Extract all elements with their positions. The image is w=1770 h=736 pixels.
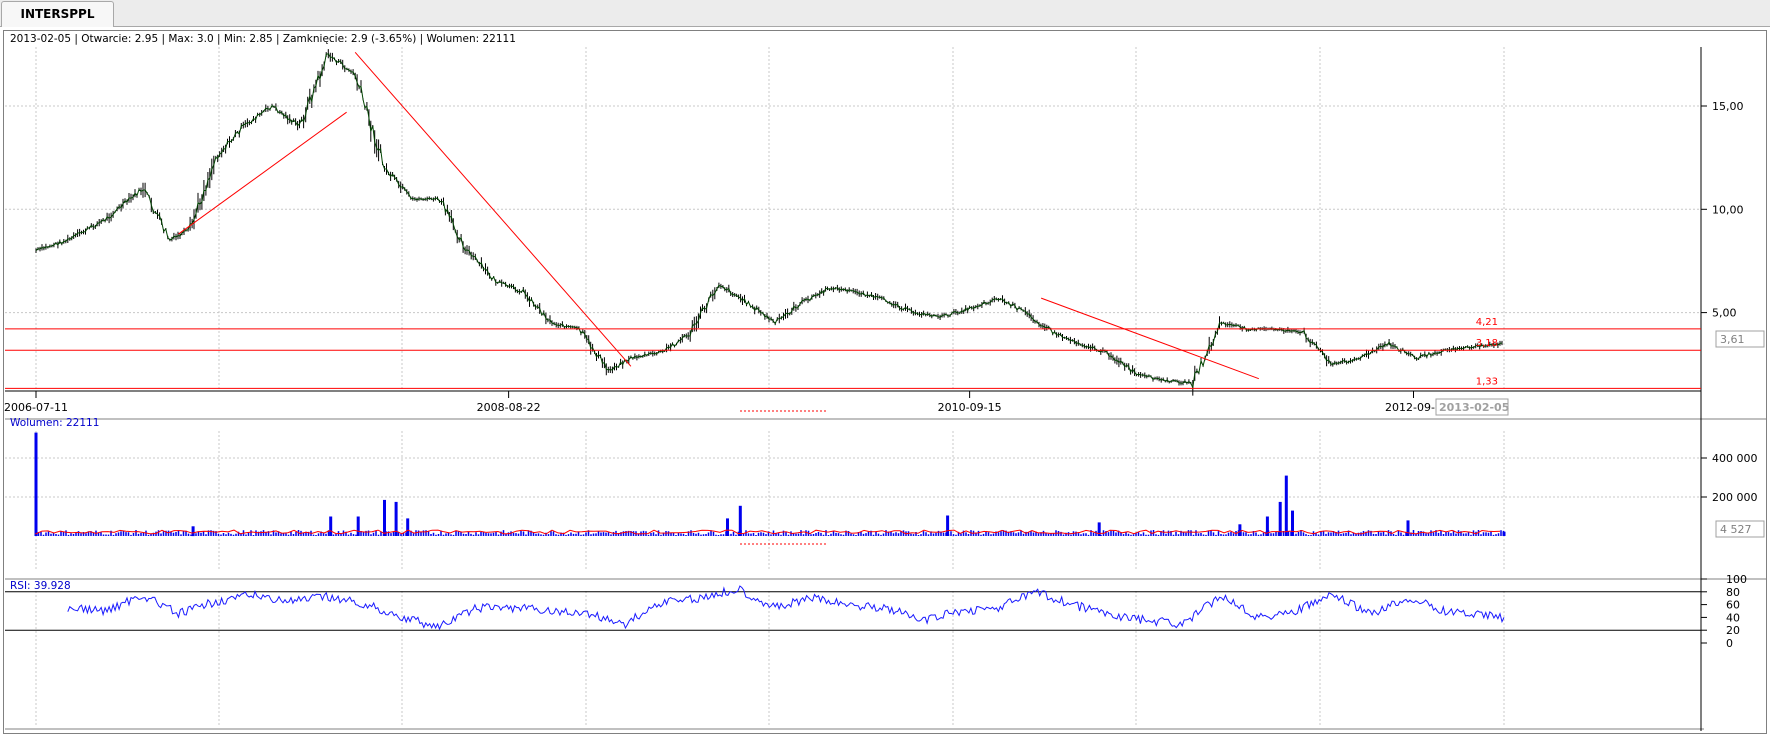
volume-bar <box>34 432 38 536</box>
last-date: 2013-02-05 <box>1439 401 1509 414</box>
rsi-y-tick-label: 80 <box>1726 586 1740 599</box>
volume-bar <box>406 518 410 536</box>
rsi-panel: 100806040200 <box>5 573 1747 650</box>
volume-y-tick-label: 200 000 <box>1712 491 1758 504</box>
chart-frame[interactable]: 2013-02-05 | Otwarcie: 2.95 | Max: 3.0 |… <box>3 30 1767 734</box>
rsi-y-tick-label: 100 <box>1726 573 1747 586</box>
tab-bar: INTERSPPL <box>0 0 1770 27</box>
stock-chart[interactable]: 2013-02-05 | Otwarcie: 2.95 | Max: 3.0 |… <box>4 31 1766 733</box>
level-label: 1,33 <box>1476 376 1498 387</box>
trend-line <box>1040 297 1259 380</box>
level-label: 3,18 <box>1476 338 1498 349</box>
volume-bar <box>383 499 386 536</box>
volume-bar <box>1278 501 1282 536</box>
rsi-label: RSI: 39.928 <box>10 580 71 592</box>
price-x-tick-label: 2012-09-1 <box>1385 401 1442 414</box>
rsi-y-tick-label: 60 <box>1726 599 1740 612</box>
price-current-box: 3,61 <box>1715 330 1765 348</box>
level-label: 4,21 <box>1476 317 1498 328</box>
volume-bar <box>329 516 333 536</box>
rsi-y-tick-label: 0 <box>1726 637 1733 650</box>
volume-bar <box>191 526 195 537</box>
volume-panel: 400 000 200 000 <box>34 432 1758 537</box>
volume-bar <box>1406 520 1410 536</box>
volume-bar <box>1502 531 1506 536</box>
grid-lines <box>5 47 1701 727</box>
volume-bar <box>726 518 729 536</box>
price-y-tick-label: 5,00 <box>1712 307 1737 320</box>
rsi-y-tick-label: 40 <box>1726 611 1740 624</box>
price-y-tick-label: 10,00 <box>1712 203 1744 216</box>
volume-bar <box>738 505 742 536</box>
trend-line <box>178 111 347 235</box>
rsi-line <box>67 585 1505 631</box>
last-date-box: 2013-02-05 <box>1435 398 1509 416</box>
tab-intersppl[interactable]: INTERSPPL <box>1 1 114 27</box>
volume-y-tick-label: 400 000 <box>1712 452 1758 465</box>
volume-bar <box>356 516 360 536</box>
volume-current-box: 4 527 <box>1715 520 1765 538</box>
volume-bar <box>1284 475 1288 536</box>
price-y-tick-label: 15,00 <box>1712 100 1744 113</box>
volume-bar <box>1291 510 1294 536</box>
volume-current-value: 4 527 <box>1720 523 1752 536</box>
price-panel: 15,00 10,00 5,00 2006-07-11 2008-08-22 2010-0… <box>4 49 1744 414</box>
price-x-tick-label: 2006-07-11 <box>4 401 68 414</box>
price-current-value: 3,61 <box>1720 333 1745 346</box>
volume-bar <box>946 515 950 536</box>
price-x-tick-label: 2008-08-22 <box>477 401 541 414</box>
price-x-tick-label: 2010-09-15 <box>938 401 1002 414</box>
header-info: 2013-02-05 | Otwarcie: 2.95 | Max: 3.0 |… <box>10 33 516 45</box>
rsi-y-tick-label: 20 <box>1726 624 1740 637</box>
volume-bar <box>1238 524 1242 536</box>
volume-label: Wolumen: 22111 <box>10 417 99 429</box>
